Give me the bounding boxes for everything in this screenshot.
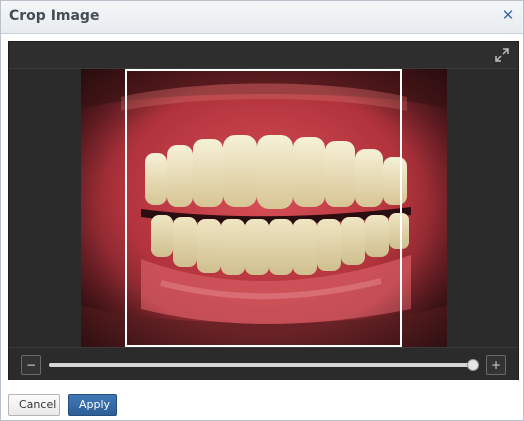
apply-button[interactable]: Apply [68, 394, 117, 416]
expand-icon[interactable] [494, 47, 510, 63]
zoom-controls: − + [9, 347, 518, 380]
editor-toolbar [9, 42, 518, 69]
zoom-in-button[interactable]: + [486, 355, 506, 375]
dialog-footer: Cancel Apply [1, 384, 523, 420]
cancel-button[interactable]: Cancel [8, 394, 60, 416]
zoom-slider-fill [49, 363, 473, 367]
crop-image-dialog: Crop Image ✕ − + Cancel Apply [0, 0, 524, 421]
image-canvas[interactable] [81, 69, 447, 347]
zoom-out-button[interactable]: − [21, 355, 41, 375]
close-icon[interactable]: ✕ [500, 7, 516, 23]
crop-editor: − + [8, 41, 519, 380]
zoom-slider-thumb[interactable] [467, 359, 479, 371]
dialog-title: Crop Image [9, 8, 100, 24]
dental-photo [81, 69, 447, 347]
zoom-slider-track[interactable] [49, 359, 479, 371]
dialog-titlebar: Crop Image ✕ [1, 1, 523, 34]
